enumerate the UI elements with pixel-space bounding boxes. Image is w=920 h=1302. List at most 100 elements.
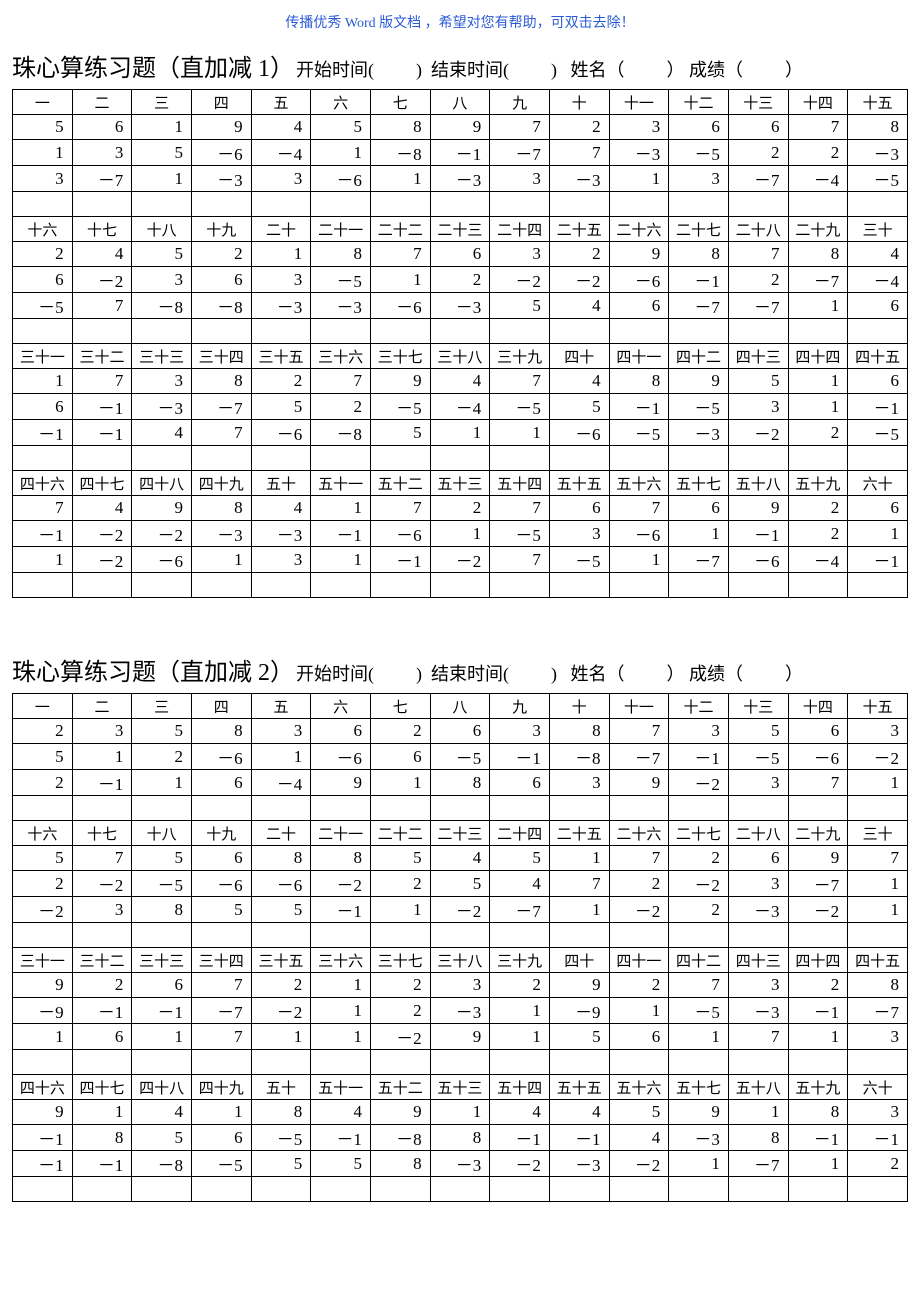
- blank-cell: [251, 796, 311, 821]
- blank-cell: [728, 923, 788, 948]
- blank-cell: [370, 192, 430, 217]
- cell-value: 1: [72, 1100, 132, 1125]
- blank-cell: [728, 446, 788, 471]
- blank-cell: [848, 573, 908, 598]
- cell-value: －5: [430, 744, 490, 770]
- cell-value: 5: [370, 846, 430, 871]
- cell-value: 6: [191, 1125, 251, 1151]
- blank-cell: [669, 573, 729, 598]
- cell-value: －5: [848, 166, 908, 192]
- blank-cell: [490, 923, 550, 948]
- column-header: 二十一: [311, 821, 371, 846]
- blank-cell: [728, 192, 788, 217]
- cell-value: －3: [191, 521, 251, 547]
- blank-cell: [370, 1050, 430, 1075]
- cell-value: 8: [191, 719, 251, 744]
- column-header: 五十六: [609, 471, 669, 496]
- cell-value: 1: [848, 871, 908, 897]
- cell-value: 2: [370, 998, 430, 1024]
- blank-cell: [311, 192, 371, 217]
- column-header: 七: [370, 90, 430, 115]
- blank-row: [13, 319, 908, 344]
- table-row: 6－2363－512－2－2－6－12－7－4: [13, 267, 908, 293]
- cell-value: －5: [490, 394, 550, 420]
- cell-value: －1: [490, 744, 550, 770]
- cell-value: 1: [370, 770, 430, 796]
- cell-value: 3: [490, 166, 550, 192]
- cell-value: 6: [848, 369, 908, 394]
- cell-value: －2: [430, 547, 490, 573]
- cell-value: 3: [609, 115, 669, 140]
- cell-value: －7: [788, 267, 848, 293]
- cell-value: －1: [72, 1151, 132, 1177]
- blank-cell: [549, 446, 609, 471]
- column-header-row: 四十六四十七四十八四十九五十五十一五十二五十三五十四五十五五十六五十七五十八五十…: [13, 471, 908, 496]
- blank-cell: [191, 1177, 251, 1202]
- cell-value: －2: [430, 897, 490, 923]
- cell-value: －2: [72, 547, 132, 573]
- blank-cell: [72, 923, 132, 948]
- blank-cell: [311, 1050, 371, 1075]
- column-header: 四十八: [132, 471, 192, 496]
- column-header: 七: [370, 694, 430, 719]
- column-header: 十五: [848, 90, 908, 115]
- worksheet-meta: 开始时间() 结束时间() 姓名（） 成绩（）: [296, 56, 803, 82]
- cell-value: 1: [311, 998, 371, 1024]
- cell-value: －7: [669, 293, 729, 319]
- column-header: 四十一: [609, 344, 669, 369]
- blank-cell: [848, 1050, 908, 1075]
- cell-value: －4: [788, 547, 848, 573]
- blank-cell: [430, 923, 490, 948]
- blank-cell: [788, 796, 848, 821]
- cell-value: 9: [13, 1100, 73, 1125]
- cell-value: －5: [669, 394, 729, 420]
- cell-value: －8: [549, 744, 609, 770]
- cell-value: －2: [728, 420, 788, 446]
- cell-value: 2: [430, 496, 490, 521]
- cell-value: －8: [191, 293, 251, 319]
- cell-value: －7: [490, 140, 550, 166]
- blank-cell: [490, 1177, 550, 1202]
- cell-value: 7: [728, 1024, 788, 1050]
- column-header: 六: [311, 90, 371, 115]
- worksheet-title-main: 珠心算练习题（直加减 2）: [12, 652, 294, 687]
- cell-value: 1: [13, 140, 73, 166]
- cell-value: 9: [549, 973, 609, 998]
- column-header: 五十一: [311, 1075, 371, 1100]
- cell-value: 3: [13, 166, 73, 192]
- cell-value: －1: [728, 521, 788, 547]
- cell-value: －5: [848, 420, 908, 446]
- column-header: 四十四: [788, 344, 848, 369]
- cell-value: －6: [132, 547, 192, 573]
- cell-value: 1: [788, 293, 848, 319]
- column-header: 四十九: [191, 471, 251, 496]
- cell-value: 7: [609, 719, 669, 744]
- column-header: 四十六: [13, 1075, 73, 1100]
- cell-value: 1: [311, 496, 371, 521]
- blank-cell: [490, 446, 550, 471]
- column-header: 四十: [549, 344, 609, 369]
- blank-cell: [549, 923, 609, 948]
- cell-value: －2: [311, 871, 371, 897]
- cell-value: 7: [549, 140, 609, 166]
- blank-cell: [72, 796, 132, 821]
- table-row: 2－2－5－6－6－225472－23－71: [13, 871, 908, 897]
- blank-cell: [13, 573, 73, 598]
- cell-value: 1: [430, 420, 490, 446]
- cell-value: －3: [609, 140, 669, 166]
- cell-value: 5: [132, 846, 192, 871]
- cell-value: 4: [549, 293, 609, 319]
- column-header: 二十三: [430, 217, 490, 242]
- cell-value: 2: [788, 140, 848, 166]
- blank-cell: [549, 192, 609, 217]
- cell-value: 1: [13, 369, 73, 394]
- cell-value: 7: [788, 770, 848, 796]
- cell-value: －5: [13, 293, 73, 319]
- blank-row: [13, 192, 908, 217]
- table-row: 245218763298784: [13, 242, 908, 267]
- column-header: 三十三: [132, 344, 192, 369]
- cell-value: －8: [370, 140, 430, 166]
- table-row: 749841727676926: [13, 496, 908, 521]
- blank-cell: [848, 319, 908, 344]
- cell-value: 1: [549, 846, 609, 871]
